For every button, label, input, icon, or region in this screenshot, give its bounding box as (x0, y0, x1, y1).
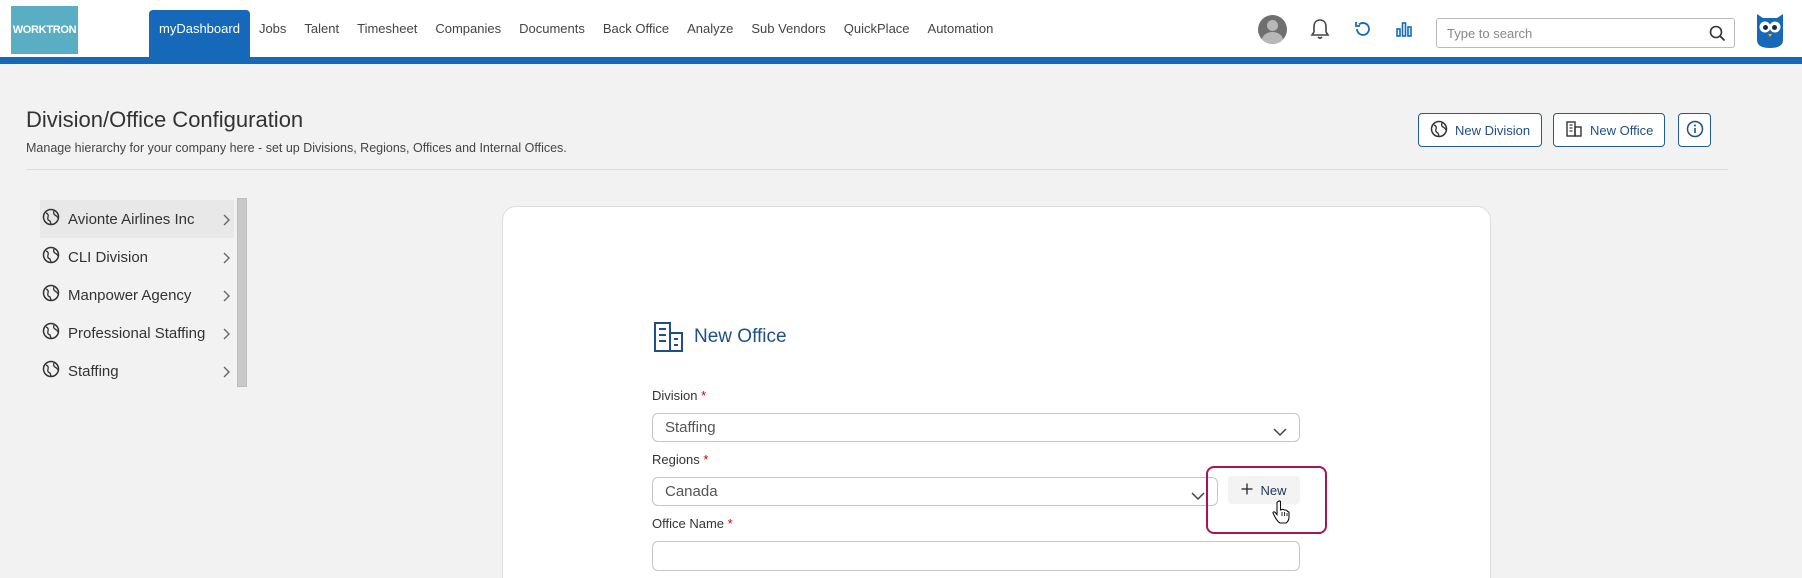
sidebar-scrollbar[interactable] (237, 198, 247, 387)
building-icon (1565, 120, 1583, 141)
logo-text: WORKTRON (12, 24, 77, 36)
nav-item-sub-vendors[interactable]: Sub Vendors (742, 10, 834, 47)
globe-icon (42, 284, 60, 306)
form-title-text: New Office (694, 326, 787, 347)
nav-item-companies[interactable]: Companies (426, 10, 510, 47)
nav-item-documents[interactable]: Documents (510, 10, 594, 47)
division-tree: Avionte Airlines Inc CLI Division Manpow… (40, 200, 234, 390)
search-input[interactable] (1437, 19, 1692, 47)
globe-icon (42, 360, 60, 382)
nav-label: Talent (304, 21, 340, 36)
bar-chart-icon[interactable] (1391, 16, 1417, 42)
nav-item-quickplace[interactable]: QuickPlace (835, 10, 919, 47)
required-mark: * (727, 516, 733, 531)
building-icon (652, 320, 686, 354)
office-name-input[interactable] (652, 541, 1300, 571)
sidebar-item-label: CLI Division (68, 248, 149, 266)
new-division-button[interactable]: New Division (1418, 113, 1543, 147)
chevron-right-icon[interactable] (222, 251, 230, 268)
sidebar-item-staffing[interactable]: Staffing (40, 352, 234, 390)
search-box[interactable] (1436, 18, 1735, 48)
nav-item-timesheet[interactable]: Timesheet (348, 10, 426, 47)
info-button[interactable] (1678, 113, 1711, 147)
page-subtitle: Manage hierarchy for your company here -… (26, 141, 567, 155)
sidebar-item-label: Staffing (68, 362, 119, 380)
nav-label: QuickPlace (843, 21, 910, 36)
avatar[interactable] (1258, 15, 1287, 44)
chevron-right-icon[interactable] (222, 327, 230, 344)
chevron-right-icon[interactable] (222, 213, 230, 230)
division-select[interactable]: Staffing (652, 413, 1300, 442)
chevron-right-icon[interactable] (222, 289, 230, 306)
header-divider (26, 169, 1728, 170)
plus-icon (1241, 483, 1253, 498)
nav-label: Documents (519, 21, 585, 36)
new-region-label: New (1260, 482, 1287, 498)
refresh-icon[interactable] (1350, 16, 1376, 42)
sidebar-item-label: Manpower Agency (68, 286, 192, 304)
new-office-card (502, 206, 1491, 578)
sidebar-item-label: Professional Staffing (68, 324, 206, 342)
globe-icon (42, 322, 60, 344)
owl-logo-icon[interactable] (1755, 10, 1785, 50)
globe-icon (1430, 120, 1448, 141)
division-label-text: Division (652, 388, 698, 403)
form-title: New Office (652, 320, 787, 354)
nav-label: Automation (927, 21, 994, 36)
new-office-label: New Office (1590, 122, 1654, 138)
sidebar-item-manpower-agency[interactable]: Manpower Agency (40, 276, 234, 314)
worktron-logo[interactable]: WORKTRON (11, 6, 78, 54)
office-name-label: Office Name * (652, 516, 733, 531)
nav-item-jobs[interactable]: Jobs (250, 10, 295, 47)
nav-label: Jobs (258, 21, 287, 36)
sidebar-item-avionte-airlines[interactable]: Avionte Airlines Inc (40, 200, 234, 238)
page-title: Division/Office Configuration (26, 107, 304, 132)
nav-label: Back Office (602, 21, 670, 36)
nav-item-back-office[interactable]: Back Office (594, 10, 678, 47)
globe-icon (42, 208, 60, 230)
main-nav: myDashboard Jobs Talent Timesheet Compan… (149, 10, 1002, 57)
chevron-down-icon (1273, 424, 1287, 441)
sidebar-item-professional-staffing[interactable]: Professional Staffing (40, 314, 234, 352)
chevron-right-icon[interactable] (222, 365, 230, 382)
required-mark: * (703, 452, 709, 467)
nav-label: Analyze (687, 21, 734, 36)
hand-cursor-icon (1272, 500, 1290, 529)
nav-item-analyze[interactable]: Analyze (678, 10, 742, 47)
info-icon (1686, 120, 1704, 141)
top-navigation-bar: WORKTRON myDashboard Jobs Talent Timeshe… (0, 0, 1802, 64)
nav-label: Companies (435, 21, 502, 36)
office-name-label-text: Office Name (652, 516, 725, 531)
regions-value: Canada (665, 483, 718, 500)
globe-icon (42, 246, 60, 268)
sidebar-item-label: Avionte Airlines Inc (68, 210, 195, 228)
nav-item-talent[interactable]: Talent (295, 10, 348, 47)
division-label: Division * (652, 388, 706, 403)
nav-item-automation[interactable]: Automation (919, 10, 1003, 47)
required-mark: * (701, 388, 707, 403)
nav-underline (0, 57, 1802, 64)
new-office-button[interactable]: New Office (1553, 113, 1666, 147)
nav-label: Timesheet (357, 21, 418, 36)
nav-item-mydashboard[interactable]: myDashboard (149, 10, 250, 57)
nav-label: Sub Vendors (751, 21, 826, 36)
chevron-down-icon (1191, 488, 1205, 505)
search-icon[interactable] (1709, 25, 1726, 47)
regions-label: Regions * (652, 452, 708, 467)
sidebar-item-cli-division[interactable]: CLI Division (40, 238, 234, 276)
nav-label: myDashboard (159, 21, 240, 36)
bell-icon[interactable] (1307, 16, 1333, 42)
regions-select[interactable]: Canada (652, 477, 1218, 506)
new-division-label: New Division (1455, 122, 1531, 138)
regions-label-text: Regions (652, 452, 700, 467)
division-value: Staffing (665, 419, 716, 436)
